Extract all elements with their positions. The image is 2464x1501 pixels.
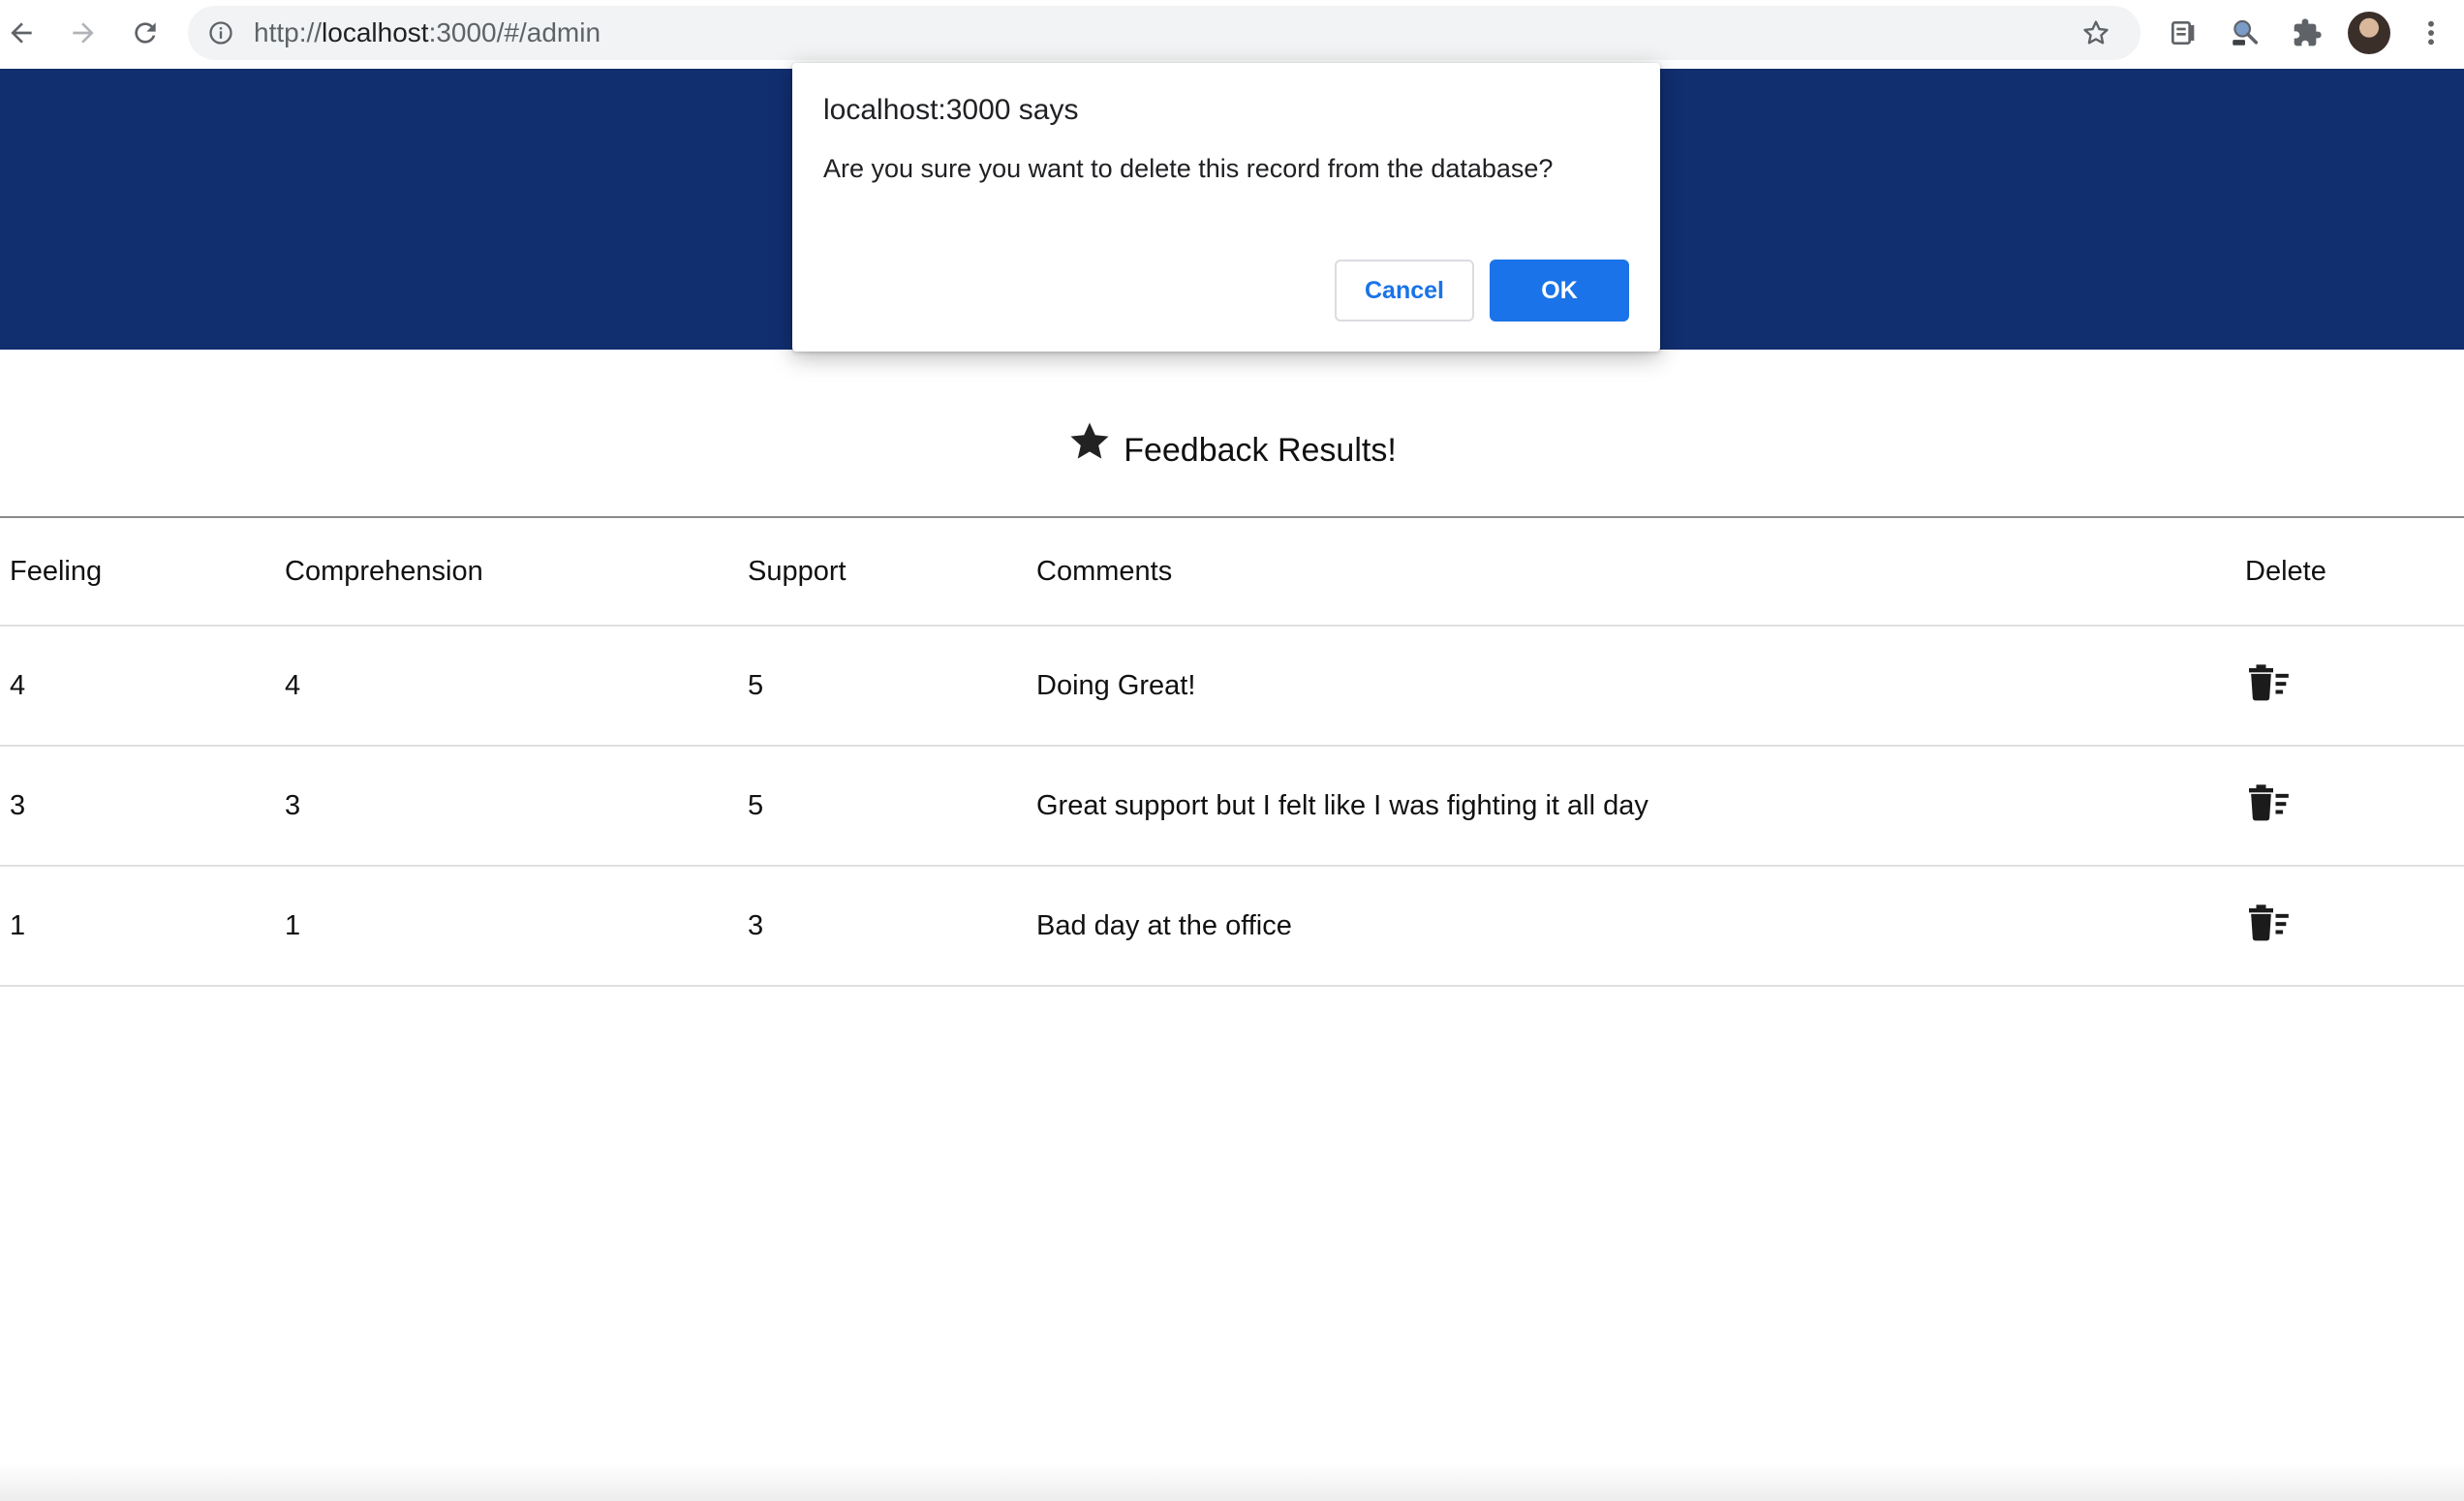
column-header-support: Support [748, 555, 847, 587]
browser-toolbar: http://localhost:3000/#/admin [0, 0, 2464, 69]
column-header-comments: Comments [1036, 555, 1173, 587]
column-header-delete: Delete [2245, 555, 2326, 587]
delete-cell [2245, 867, 2292, 985]
delete-button[interactable] [2245, 780, 2292, 826]
ok-button[interactable]: OK [1490, 260, 1629, 322]
support-cell: 3 [748, 909, 764, 941]
comprehension-cell: 1 [285, 909, 301, 941]
table-row: 3 3 5 Great support but I felt like I wa… [0, 747, 2464, 867]
search-extension-icon[interactable] [2226, 14, 2264, 52]
table-header-row: Feeling Comprehension Support Comments D… [0, 518, 2464, 627]
back-arrow-icon[interactable] [2, 14, 41, 52]
bottom-edge-shadow [0, 1462, 2464, 1501]
comprehension-cell: 3 [285, 789, 301, 821]
comments-cell: Great support but I felt like I was figh… [1036, 789, 1648, 821]
address-bar[interactable]: http://localhost:3000/#/admin [188, 6, 2141, 60]
bookmark-star-icon[interactable] [2079, 15, 2113, 50]
delete-button[interactable] [2245, 659, 2292, 706]
page-title-row: Feedback Results! [0, 407, 2464, 494]
support-cell: 5 [748, 789, 764, 821]
reading-list-icon[interactable] [2164, 14, 2202, 52]
column-header-feeling: Feeling [10, 555, 103, 587]
feeling-cell: 4 [10, 669, 26, 701]
kebab-menu-icon[interactable] [2416, 14, 2447, 52]
support-cell: 5 [748, 669, 764, 701]
forward-arrow-icon[interactable] [64, 14, 103, 52]
star-filled-icon [1070, 422, 1109, 459]
comprehension-cell: 4 [285, 669, 301, 701]
trash-sweep-icon [2249, 664, 2289, 701]
table-row: 4 4 5 Doing Great! [0, 627, 2464, 747]
url-text: http://localhost:3000/#/admin [254, 17, 601, 47]
dialog-title: localhost:3000 says [823, 94, 1079, 126]
comments-cell: Bad day at the office [1036, 909, 1292, 941]
delete-cell [2245, 747, 2292, 865]
profile-avatar[interactable] [2348, 12, 2390, 54]
trash-sweep-icon [2249, 904, 2289, 941]
feedback-table: Feeling Comprehension Support Comments D… [0, 518, 2464, 987]
trash-sweep-icon [2249, 784, 2289, 821]
site-info-icon[interactable] [205, 17, 236, 48]
page-title: Feedback Results! [1124, 431, 1397, 469]
table-row: 1 1 3 Bad day at the office [0, 867, 2464, 987]
column-header-comprehension: Comprehension [285, 555, 483, 587]
puzzle-extensions-icon[interactable] [2288, 14, 2326, 52]
feeling-cell: 3 [10, 789, 26, 821]
delete-button[interactable] [2245, 900, 2292, 946]
feeling-cell: 1 [10, 909, 26, 941]
dialog-message: Are you sure you want to delete this rec… [823, 154, 1554, 183]
comments-cell: Doing Great! [1036, 669, 1196, 701]
delete-cell [2245, 627, 2292, 745]
confirm-dialog: localhost:3000 says Are you sure you wan… [792, 63, 1660, 352]
cancel-button[interactable]: Cancel [1335, 260, 1474, 322]
reload-icon[interactable] [126, 14, 165, 52]
